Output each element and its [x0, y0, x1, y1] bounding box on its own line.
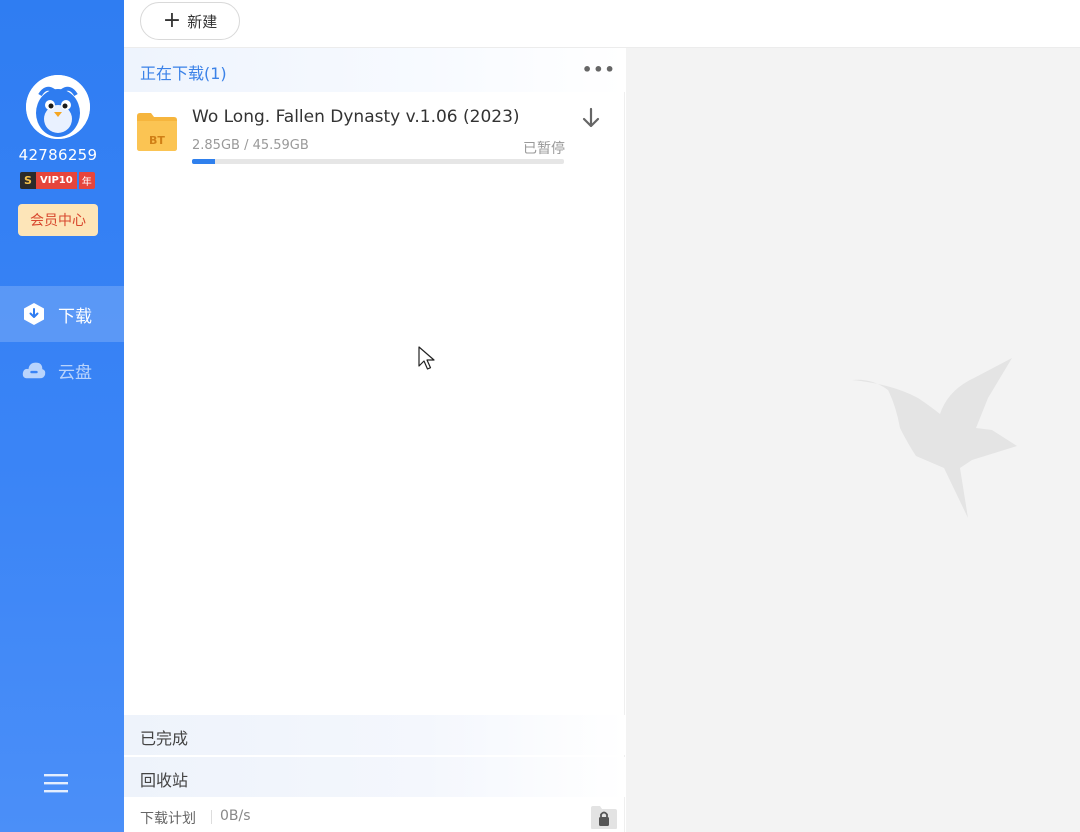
task-status: 已暂停	[523, 141, 565, 157]
sidebar-item-cloud[interactable]: 云盘	[0, 342, 124, 398]
vip-badge[interactable]: S VIP10 年	[20, 172, 95, 189]
ellipsis-icon[interactable]: •••	[582, 60, 616, 79]
folder-lock-icon[interactable]	[590, 804, 618, 830]
task-progress-bar	[192, 159, 564, 164]
top-toolbar: + 新建	[124, 0, 1080, 48]
recycle-bin-group[interactable]: 回收站	[124, 757, 625, 797]
completed-label: 已完成	[140, 729, 189, 748]
svg-text:BT: BT	[149, 134, 165, 147]
download-speed: 0B/s	[220, 808, 251, 824]
sidebar-item-download-label: 下载	[58, 306, 92, 327]
new-task-button[interactable]: + 新建	[140, 2, 240, 40]
user-avatar[interactable]	[26, 75, 90, 139]
completed-group[interactable]: 已完成	[124, 715, 625, 755]
task-name: Wo Long. Fallen Dynasty v.1.06 (2023)	[192, 107, 520, 127]
vip-s-icon: S	[20, 172, 36, 189]
download-task-row[interactable]: BT Wo Long. Fallen Dynasty v.1.06 (2023)…	[124, 98, 625, 178]
sidebar: 42786259 S VIP10 年 会员中心 下载 云盘	[0, 0, 124, 832]
bird-avatar-icon	[26, 75, 90, 139]
download-shield-icon	[22, 302, 46, 326]
plus-icon: +	[162, 8, 182, 33]
footer-divider	[211, 810, 212, 824]
task-progress-fill	[192, 159, 216, 164]
recycle-bin-label: 回收站	[140, 771, 189, 790]
mouse-cursor-icon	[418, 346, 436, 372]
downloading-section-header[interactable]: 正在下载(1) •••	[124, 48, 625, 92]
user-id: 42786259	[18, 146, 98, 164]
detail-area	[626, 48, 1080, 832]
task-size: 2.85GB / 45.59GB	[192, 138, 309, 153]
cloud-icon	[22, 358, 46, 382]
sidebar-item-cloud-label: 云盘	[58, 362, 92, 383]
member-center-button[interactable]: 会员中心	[18, 204, 98, 236]
download-list-panel: 正在下载(1) ••• BT Wo Long. Fallen Dynasty v…	[124, 48, 625, 832]
new-task-label: 新建	[187, 12, 218, 31]
thunder-bird-watermark-icon	[852, 358, 1022, 518]
download-arrow-icon[interactable]	[581, 107, 601, 129]
download-plan-link[interactable]: 下载计划	[140, 808, 196, 828]
hamburger-menu-icon[interactable]	[44, 772, 68, 794]
status-footer: 下载计划 0B/s	[124, 798, 625, 832]
downloading-title: 正在下载(1)	[140, 64, 227, 83]
sidebar-item-download[interactable]: 下载	[0, 286, 124, 342]
bt-folder-icon: BT	[136, 110, 178, 152]
vip-level: VIP10	[36, 172, 77, 189]
vip-year: 年	[78, 172, 95, 189]
